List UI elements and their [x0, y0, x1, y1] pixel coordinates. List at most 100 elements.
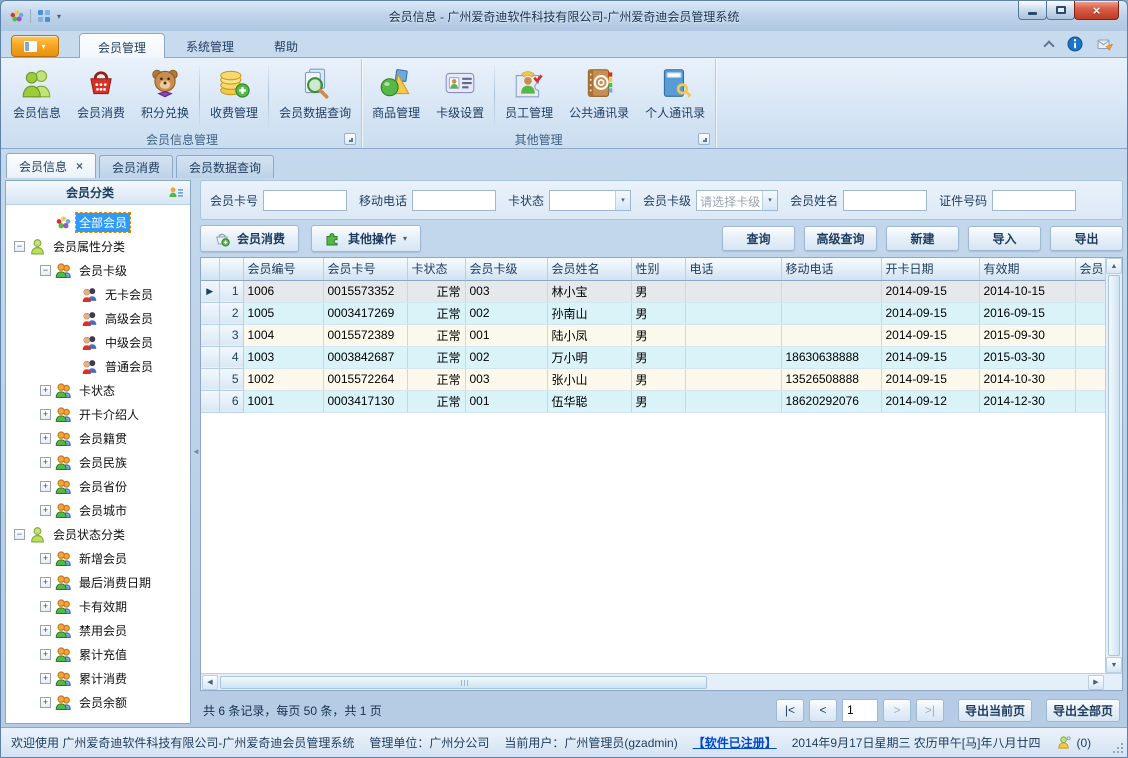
table-cell[interactable]: 正常 — [407, 346, 466, 369]
tree-item[interactable]: − 会员卡级 — [6, 258, 190, 282]
tree-item[interactable]: + 开卡介绍人 — [6, 402, 190, 426]
tab-system-management[interactable]: 系统管理 — [167, 32, 253, 57]
doc-tab-member-info[interactable]: 会员信息 × — [6, 153, 97, 178]
expand-icon[interactable]: + — [40, 432, 51, 444]
tab-member-management[interactable]: 会员管理 — [79, 33, 166, 58]
collapse-icon[interactable]: − — [14, 240, 25, 252]
staff-management-button[interactable]: 员工管理 — [497, 61, 561, 130]
expand-icon[interactable]: + — [40, 624, 51, 636]
sidebar-splitter[interactable]: ◄ — [191, 180, 200, 724]
member-info-button[interactable]: 会员信息 — [5, 61, 69, 130]
table-cell[interactable] — [685, 324, 782, 347]
table-cell[interactable]: 18630638888 — [781, 346, 882, 369]
points-exchange-button[interactable]: 积分兑换 — [133, 61, 197, 130]
tree-item[interactable]: + 会员城市 — [6, 498, 190, 522]
application-menu-button[interactable]: ▾ — [11, 35, 59, 57]
table-cell[interactable]: 002 — [465, 346, 548, 369]
table-cell[interactable]: 张小山 — [547, 368, 632, 391]
help-icon[interactable] — [1067, 36, 1083, 52]
tree-item[interactable]: + 禁用会员 — [6, 618, 190, 642]
table-row[interactable]: 3 1004 0015572389 正常 001 陆小凤男 2014-09-15 2015-0… — [201, 324, 1122, 347]
vertical-scrollbar[interactable]: ▲ ▼ — [1105, 258, 1122, 673]
column-header[interactable]: 卡状态 — [407, 258, 466, 281]
table-cell[interactable]: 1001 — [243, 390, 324, 413]
tree-item[interactable]: 无卡会员 — [6, 282, 190, 306]
table-row[interactable]: 4 1003 0003842687 正常 002 万小明男 18630638888 2014-… — [201, 346, 1122, 369]
table-cell[interactable]: 2015-03-30 — [979, 346, 1076, 369]
dialog-launcher-icon[interactable] — [344, 133, 357, 145]
goods-management-button[interactable]: 商品管理 — [364, 61, 428, 130]
table-cell[interactable]: 2016-09-15 — [979, 302, 1076, 325]
doc-tab-member-consume[interactable]: 会员消费 — [99, 155, 174, 178]
dropdown-icon[interactable]: ▾ — [615, 190, 631, 210]
table-cell[interactable]: 男 — [631, 346, 686, 369]
layout-grid-icon[interactable] — [36, 8, 52, 24]
qat-dropdown-icon[interactable]: ▾ — [57, 12, 61, 21]
table-cell[interactable]: 林小宝 — [547, 280, 632, 303]
table-cell[interactable]: 2015-09-30 — [979, 324, 1076, 347]
ribbon-collapse-icon[interactable] — [1043, 39, 1055, 52]
table-cell[interactable]: 003 — [465, 280, 548, 303]
next-page-button[interactable]: > — [882, 698, 911, 722]
table-cell[interactable]: 002 — [465, 302, 548, 325]
advanced-query-button[interactable]: 高级查询 — [804, 226, 877, 251]
splitter-collapse-icon[interactable]: ◄ — [192, 447, 200, 456]
table-cell[interactable]: 2014-10-15 — [979, 280, 1076, 303]
card-level-settings-button[interactable]: 卡级设置 — [428, 61, 492, 130]
tree-item[interactable]: + 最后消费日期 — [6, 570, 190, 594]
card-level-select[interactable]: 请选择卡级 ▾ — [696, 189, 779, 211]
column-header[interactable]: 会员姓名 — [547, 258, 632, 281]
collapse-icon[interactable]: − — [14, 528, 25, 540]
scroll-right-icon[interactable]: ▶ — [1088, 674, 1104, 690]
table-row[interactable]: ▶ 1 1006 0015573352 正常 003 林小宝男 2014-09-15 2014-… — [201, 280, 1122, 303]
table-cell[interactable]: 万小明 — [547, 346, 632, 369]
prev-page-button[interactable]: < — [808, 698, 837, 722]
expand-icon[interactable]: + — [40, 696, 51, 708]
table-cell[interactable] — [685, 302, 782, 325]
column-header[interactable]: 移动电话 — [781, 258, 882, 281]
scroll-left-icon[interactable]: ◀ — [202, 674, 218, 690]
tree-item[interactable]: + 会员余额 — [6, 690, 190, 714]
personal-contacts-button[interactable]: 个人通讯录 — [637, 61, 713, 130]
first-page-button[interactable]: |< — [775, 698, 804, 722]
table-cell[interactable]: 0015572264 — [323, 368, 408, 391]
table-cell[interactable]: 1004 — [243, 324, 324, 347]
table-cell[interactable]: 1005 — [243, 302, 324, 325]
export-current-page-button[interactable]: 导出当前页 — [957, 698, 1032, 722]
member-consume-button[interactable]: 会员消费 — [69, 61, 133, 130]
table-cell[interactable]: 陆小凤 — [547, 324, 632, 347]
query-button[interactable]: 查询 — [722, 226, 795, 251]
table-cell[interactable]: 2014-12-30 — [979, 390, 1076, 413]
table-row[interactable]: 5 1002 0015572264 正常 003 张小山男 13526508888 2014-… — [201, 368, 1122, 391]
table-cell[interactable] — [685, 280, 782, 303]
tree-item[interactable]: 普通会员 — [6, 354, 190, 378]
tree-item[interactable]: 全部会员 — [6, 210, 190, 234]
mobile-phone-input[interactable] — [412, 189, 497, 211]
table-cell[interactable] — [685, 346, 782, 369]
table-cell[interactable]: 2014-09-15 — [881, 302, 980, 325]
table-cell[interactable]: 0003417269 — [323, 302, 408, 325]
column-header[interactable]: 会员编号 — [243, 258, 324, 281]
tree-item[interactable]: + 会员籍贯 — [6, 426, 190, 450]
tree-item[interactable]: + 累计消费 — [6, 666, 190, 690]
expand-icon[interactable]: + — [40, 384, 51, 396]
column-header[interactable]: 电话 — [685, 258, 782, 281]
tree-item[interactable]: 高级会员 — [6, 306, 190, 330]
table-cell[interactable]: 2014-09-15 — [881, 368, 980, 391]
doc-tab-member-data-query[interactable]: 会员数据查询 — [176, 155, 275, 178]
table-cell[interactable]: 正常 — [407, 368, 466, 391]
dialog-launcher-icon[interactable] — [698, 133, 711, 145]
column-header[interactable]: 开卡日期 — [881, 258, 980, 281]
table-cell[interactable]: 0015572389 — [323, 324, 408, 347]
tab-close-icon[interactable]: × — [76, 160, 83, 172]
table-cell[interactable]: 003 — [465, 368, 548, 391]
dropdown-icon[interactable]: ▾ — [762, 190, 778, 210]
close-button[interactable]: × — [1074, 1, 1119, 20]
table-cell[interactable]: 001 — [465, 324, 548, 347]
card-status-select[interactable]: ▾ — [549, 189, 632, 211]
member-name-input[interactable] — [843, 189, 928, 211]
page-number-input[interactable] — [841, 698, 878, 722]
table-cell[interactable]: 孙南山 — [547, 302, 632, 325]
table-cell[interactable] — [685, 368, 782, 391]
public-contacts-button[interactable]: 公共通讯录 — [561, 61, 637, 130]
